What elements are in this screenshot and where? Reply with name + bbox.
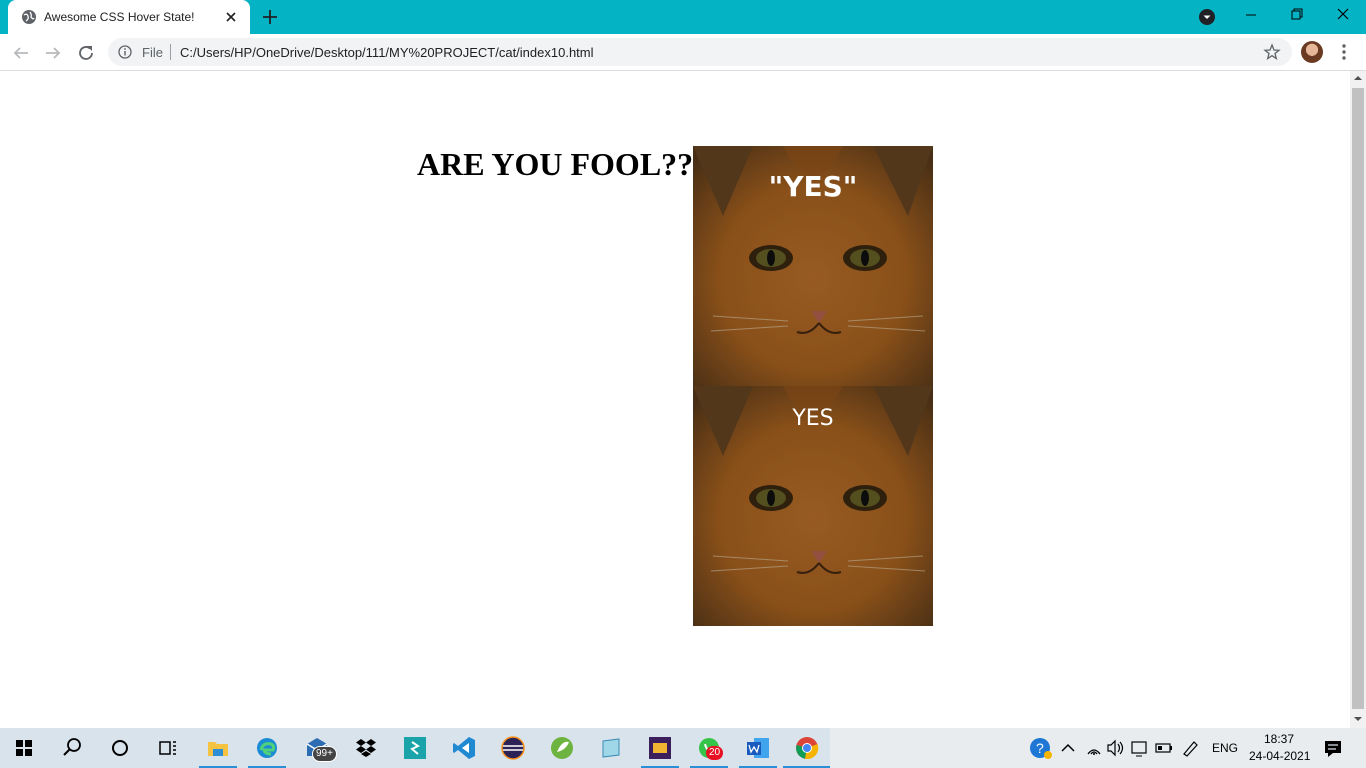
back-icon[interactable]: [8, 40, 34, 66]
mail-badge: 99+: [312, 746, 337, 762]
chevron-up-icon[interactable]: [1054, 734, 1082, 762]
file-scheme-label: File: [142, 45, 163, 60]
page-heading: ARE YOU FOOL??: [417, 146, 694, 182]
bookmark-star-icon[interactable]: [1263, 43, 1281, 61]
info-icon[interactable]: [118, 45, 132, 59]
more-menu-icon[interactable]: [1336, 42, 1352, 62]
reload-icon[interactable]: [73, 40, 99, 66]
svg-text:?: ?: [1036, 740, 1044, 756]
clock-date[interactable]: 24-04-2021: [1249, 749, 1310, 763]
tab-search-icon[interactable]: [1198, 8, 1216, 26]
browser-tab[interactable]: Awesome CSS Hover State!: [8, 0, 250, 34]
sublime-text-icon[interactable]: [401, 734, 429, 762]
battery-icon[interactable]: [1150, 734, 1178, 762]
task-view-icon[interactable]: [154, 734, 182, 762]
browser-toolbar: File C:/Users/HP/OneDrive/Desktop/111/MY…: [0, 34, 1366, 71]
address-divider: [170, 44, 171, 60]
address-bar[interactable]: File C:/Users/HP/OneDrive/Desktop/111/MY…: [108, 38, 1292, 66]
cat-card[interactable]: YES: [693, 386, 933, 626]
cat-card-hovered[interactable]: "YES": [693, 146, 933, 386]
search-icon[interactable]: [58, 734, 86, 762]
help-icon[interactable]: ?: [1027, 734, 1055, 762]
vscode-icon[interactable]: [450, 734, 478, 762]
windows-taskbar: 99+ 20 ? ENG 18:37 24-04-2021: [0, 728, 1366, 768]
windows-start-icon[interactable]: [10, 734, 38, 762]
notepad-icon[interactable]: [597, 734, 625, 762]
close-window-icon[interactable]: [1320, 0, 1366, 30]
edge-icon[interactable]: [253, 734, 281, 762]
forward-icon[interactable]: [40, 40, 66, 66]
dropbox-icon[interactable]: [352, 734, 380, 762]
eclipse-icon[interactable]: [499, 734, 527, 762]
scroll-thumb[interactable]: [1352, 88, 1364, 709]
globe-icon: [22, 10, 36, 24]
scroll-down-arrow-icon[interactable]: [1354, 715, 1362, 723]
card-caption-bold: "YES": [768, 170, 858, 203]
vertical-scrollbar[interactable]: [1350, 71, 1366, 728]
spring-tools-icon[interactable]: [548, 734, 576, 762]
restore-icon[interactable]: [1274, 0, 1320, 30]
file-explorer-icon[interactable]: [204, 734, 232, 762]
profile-avatar[interactable]: [1301, 41, 1323, 63]
new-tab-icon[interactable]: [258, 6, 282, 28]
page-viewport: ARE YOU FOOL?? "YES" YES: [0, 71, 1350, 728]
minimize-icon[interactable]: [1228, 0, 1274, 30]
scroll-up-arrow-icon[interactable]: [1354, 74, 1362, 82]
pen-icon[interactable]: [1176, 734, 1204, 762]
whatsapp-badge: 20: [706, 746, 724, 760]
url-text[interactable]: C:/Users/HP/OneDrive/Desktop/111/MY%20PR…: [180, 45, 594, 60]
cortana-icon[interactable]: [106, 734, 134, 762]
tab-title: Awesome CSS Hover State!: [44, 10, 195, 24]
notifications-icon[interactable]: [1319, 734, 1347, 762]
close-tab-icon[interactable]: [222, 8, 240, 26]
language-indicator[interactable]: ENG: [1212, 741, 1238, 755]
game-icon[interactable]: [646, 734, 674, 762]
chrome-icon[interactable]: [793, 734, 821, 762]
clock-time[interactable]: 18:37: [1264, 732, 1294, 746]
tab-strip: Awesome CSS Hover State!: [0, 0, 1366, 34]
card-caption: YES: [792, 406, 834, 431]
word-icon[interactable]: [744, 734, 772, 762]
